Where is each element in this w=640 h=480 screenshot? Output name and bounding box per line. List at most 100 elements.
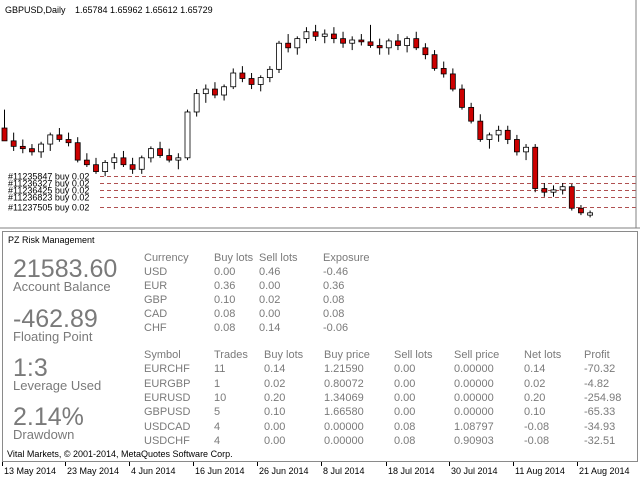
table-header: Sell price — [454, 349, 500, 361]
table-header: Sell lots — [259, 252, 298, 264]
table-cell: 0.00000 — [454, 391, 494, 404]
table-cell: 0.08 — [214, 322, 236, 334]
candle — [184, 109, 191, 161]
table-cell: 0.14 — [259, 322, 281, 334]
table-cell: 4 — [214, 420, 221, 433]
table-header: Profit — [584, 349, 610, 361]
table-cell: 0.10 — [264, 406, 286, 419]
table-cell: 0.00 — [394, 363, 416, 376]
table-cell: 0.20 — [264, 391, 286, 404]
table-cell: 0.00 — [259, 280, 281, 292]
table-cell: 0.02 — [264, 377, 286, 390]
leverage-label: Leverage Used — [13, 378, 102, 393]
table-cell: 0.10 — [524, 406, 546, 419]
table-header: Trades — [214, 349, 248, 361]
table-cell: 0.08 — [394, 434, 416, 447]
time-axis-tick — [257, 462, 258, 466]
table-header: Exposure — [323, 252, 370, 264]
table-cell: 0.08 — [323, 308, 345, 320]
table-header: Buy lots — [214, 252, 254, 264]
table-cell: 0.00000 — [454, 377, 494, 390]
risk-management-panel: PZ Risk Management 21583.60 Account Bala… — [2, 231, 638, 462]
floating-point-label: Floating Point — [13, 329, 93, 344]
table-cell: 0.00 — [264, 434, 286, 447]
table-cell: -65.33 — [584, 406, 616, 419]
chart-ohlc-header: 1.65784 1.65962 1.65612 1.65729 — [75, 5, 213, 15]
time-axis-tick — [386, 462, 387, 466]
table-cell: 0.80072 — [324, 377, 364, 390]
table-cell: 0.00 — [264, 420, 286, 433]
time-axis-tick — [513, 462, 514, 466]
table-cell: 0.14 — [524, 363, 546, 376]
table-cell: 0.20 — [524, 391, 546, 404]
table-cell: 0.08 — [323, 294, 345, 306]
table-cell: -34.93 — [584, 420, 616, 433]
table-cell: -0.46 — [323, 266, 349, 278]
time-axis-tick-label: 23 May 2014 — [67, 466, 120, 476]
table-cell: 10 — [214, 391, 227, 404]
time-axis-tick — [129, 462, 130, 466]
table-cell: GBPUSD — [144, 406, 191, 419]
table-cell: 1.21590 — [324, 363, 364, 376]
time-axis-tick-label: 13 May 2014 — [4, 466, 57, 476]
table-cell: -0.08 — [524, 420, 550, 433]
table-cell: -32.51 — [584, 434, 616, 447]
time-axis-tick-label: 21 Aug 2014 — [579, 466, 630, 476]
table-cell: 0.00000 — [454, 406, 494, 419]
table-cell: 11 — [214, 363, 226, 376]
table-cell: 0.36 — [323, 280, 345, 292]
account-balance-label: Account Balance — [13, 279, 111, 294]
table-cell: USDCHF — [144, 434, 190, 447]
panel-title: PZ Risk Management — [8, 235, 95, 245]
table-cell: 0.14 — [264, 363, 286, 376]
table-cell: -0.06 — [323, 322, 349, 334]
table-cell: EURUSD — [144, 391, 191, 404]
table-cell: EUR — [144, 280, 168, 292]
table-cell: 0.46 — [259, 266, 281, 278]
time-axis-tick — [2, 462, 3, 466]
table-cell: 0.00000 — [454, 363, 494, 376]
table-cell: CHF — [144, 322, 167, 334]
table-cell: EURCHF — [144, 363, 190, 376]
table-cell: GBP — [144, 294, 168, 306]
candle — [532, 144, 539, 193]
table-header: Currency — [144, 252, 189, 264]
table-cell: USDCAD — [144, 420, 191, 433]
table-cell: 0.90903 — [454, 434, 494, 447]
time-axis: 13 May 2014 23 May 2014 4 Jun 2014 16 Jun 2… — [0, 462, 640, 480]
table-cell: 1.66580 — [324, 406, 364, 419]
time-axis-tick-label: 16 Jun 2014 — [195, 466, 245, 476]
chart-symbol-header: GBPUSD,Daily — [5, 5, 66, 15]
table-cell: 0.36 — [214, 280, 236, 292]
candle — [276, 40, 282, 74]
time-axis-tick-label: 26 Jun 2014 — [259, 466, 309, 476]
table-cell: 0.00000 — [324, 420, 364, 433]
table-cell: -4.82 — [584, 377, 610, 390]
table-cell: 0.00 — [214, 266, 236, 278]
panel-footer: Vital Markets, © 2001-2014, MetaQuotes S… — [7, 449, 233, 459]
table-cell: EURGBP — [144, 377, 191, 390]
table-cell: 0.02 — [524, 377, 546, 390]
table-cell: -70.32 — [584, 363, 616, 376]
time-axis-tick — [577, 462, 578, 466]
table-cell: 0.00 — [394, 377, 416, 390]
table-cell: 0.00 — [394, 391, 416, 404]
time-axis-tick-label: 18 Jul 2014 — [388, 466, 435, 476]
table-header: Net lots — [524, 349, 562, 361]
table-cell: 0.00 — [394, 406, 416, 419]
table-header: Symbol — [144, 349, 181, 361]
table-cell: 0.00 — [259, 308, 281, 320]
time-axis-tick-label: 4 Jun 2014 — [131, 466, 176, 476]
table-cell: 0.02 — [259, 294, 281, 306]
time-axis-tick-label: 8 Jul 2014 — [323, 466, 365, 476]
time-axis-tick — [449, 462, 450, 466]
table-cell: 0.10 — [214, 294, 236, 306]
table-cell: 4 — [214, 434, 221, 447]
table-cell: CAD — [144, 308, 168, 320]
order-line-label: #11236823 buy 0.02 — [8, 193, 89, 203]
table-cell: USD — [144, 266, 168, 278]
table-header: Buy lots — [264, 349, 304, 361]
table-cell: 0.08 — [214, 308, 236, 320]
table-cell: 0.00000 — [324, 434, 364, 447]
drawdown-label: Drawdown — [13, 427, 75, 442]
